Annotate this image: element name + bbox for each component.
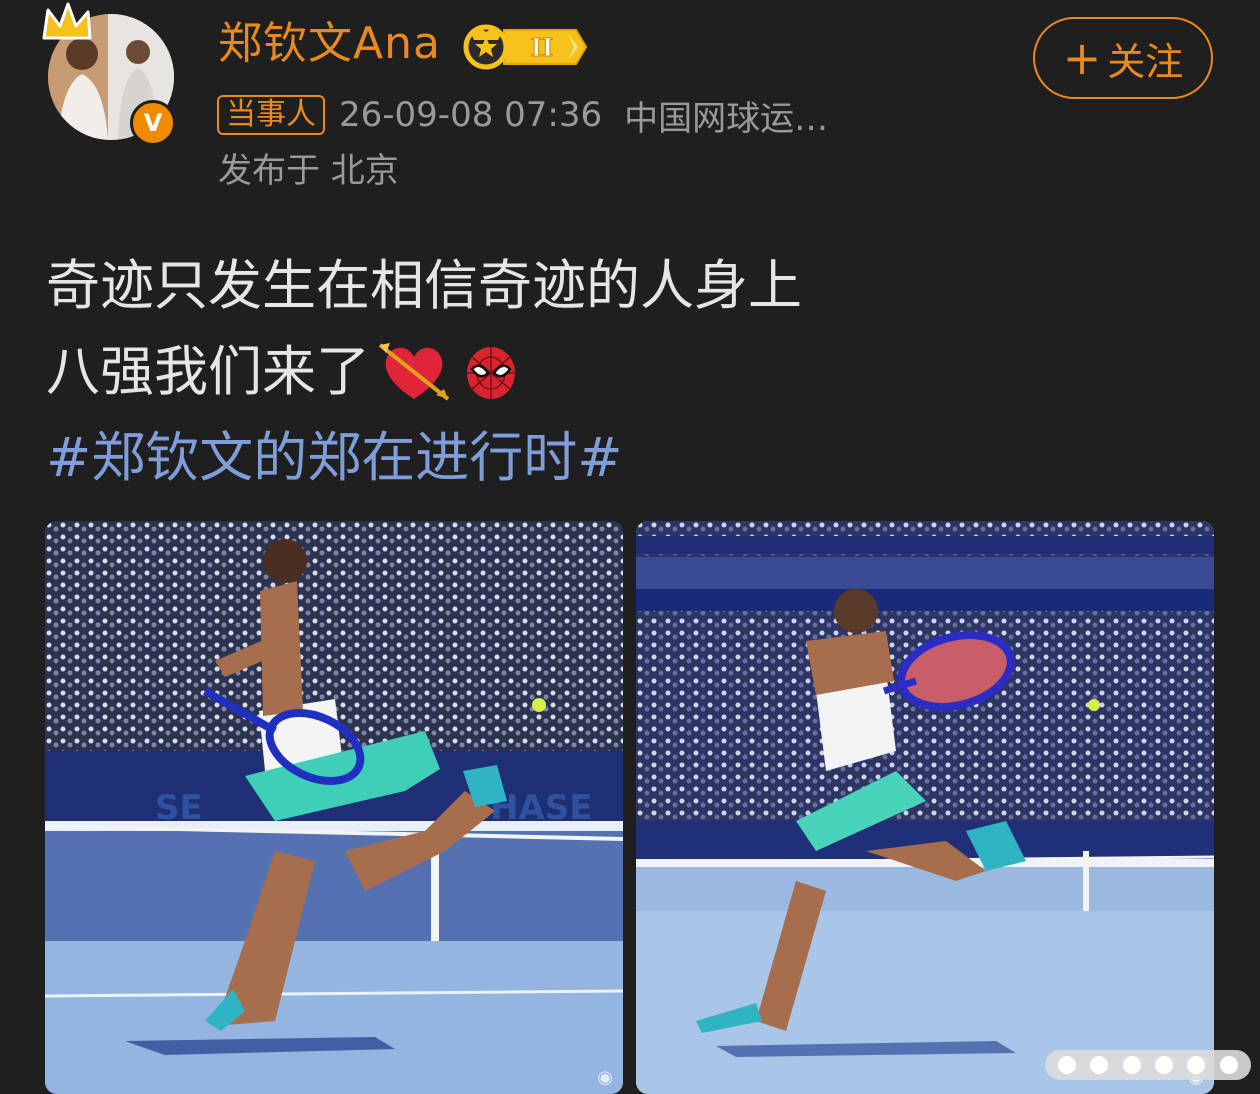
dot-icon [1090,1056,1109,1074]
watermark-icon: ◉ [597,1067,613,1088]
level-badge-icon: II [463,24,588,70]
post-meta: 当事人 26-09-08 07:36 中国网球运… [217,91,828,140]
author-avatar[interactable]: V [42,2,176,146]
tennis-photo-forehand-icon [636,521,1214,1094]
dot-icon [1058,1056,1077,1074]
verified-badge-icon: V [130,100,176,146]
follow-button[interactable]: + 关注 [1033,17,1213,99]
level-label: II [531,33,553,62]
post-line-1: 奇迹只发生在相信奇迹的人身上 [46,254,802,317]
dot-icon [1155,1056,1174,1074]
post-location: 发布于 北京 [218,151,399,191]
heart-arrow-emoji-icon [378,343,450,401]
post-line-2-text: 八强我们来了 [46,340,370,403]
crown-icon [42,2,92,40]
more-images-button[interactable] [1045,1050,1251,1080]
plus-icon: + [1062,31,1102,85]
hashtag-link[interactable]: #郑钦文的郑在进行时# [46,415,802,501]
dot-icon [1219,1056,1238,1074]
dot-icon [1122,1056,1141,1074]
dot-icon [1187,1056,1206,1074]
spider-man-emoji-icon [467,347,515,399]
post-image-1[interactable]: SE CHASE ◉ [45,521,623,1094]
role-tag: 当事人 [217,95,325,135]
tennis-photo-backhand-icon: SE CHASE [45,521,623,1094]
post-body: 奇迹只发生在相信奇迹的人身上 八强我们来了 #郑钦文的郑在进行时# [46,243,802,501]
author-name[interactable]: 郑钦文Ana [218,16,441,72]
follow-label: 关注 [1107,39,1184,84]
post-source[interactable]: 中国网球运… [624,91,828,140]
post-image-2[interactable]: ◉ [636,521,1214,1094]
post-line-2: 八强我们来了 [46,329,802,415]
post-time: 26-09-08 07:36 [339,95,603,135]
